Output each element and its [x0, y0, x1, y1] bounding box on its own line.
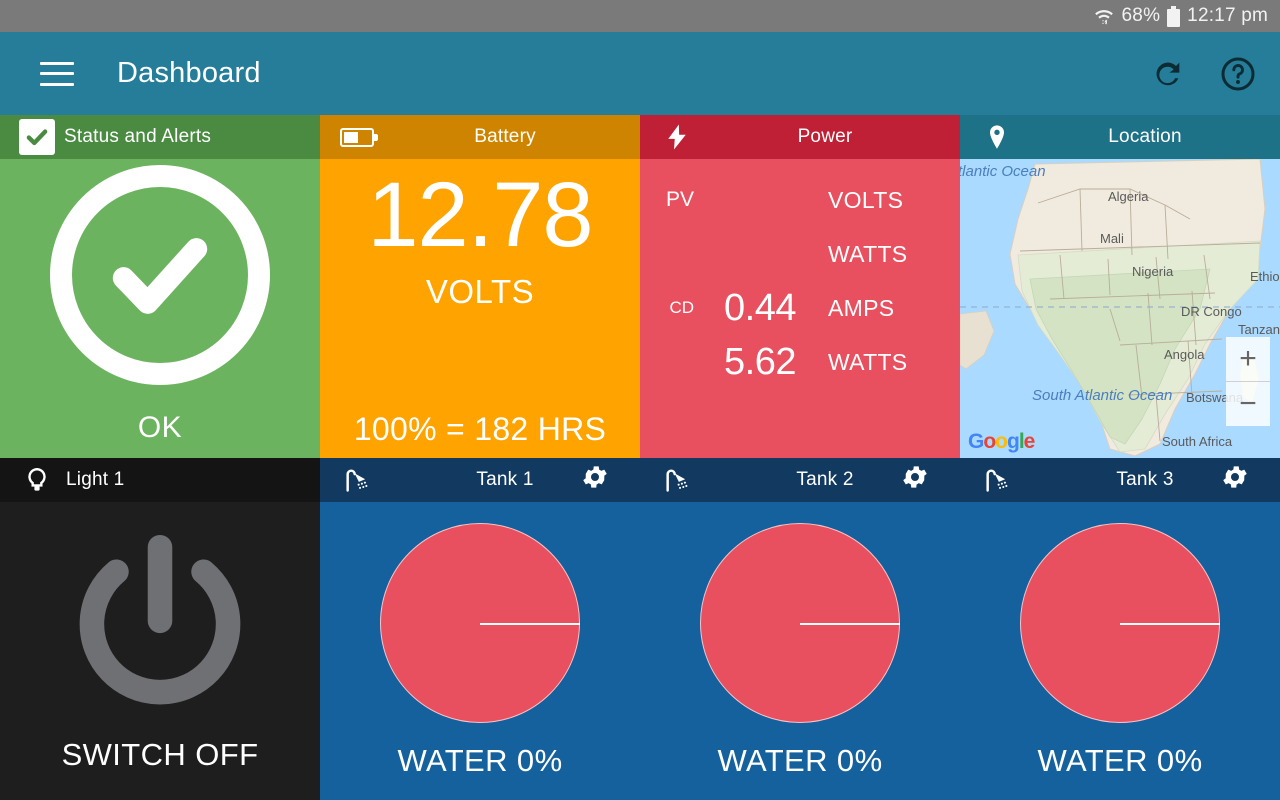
shower-icon	[654, 466, 700, 494]
map-label-tanzania: Tanzania	[1238, 322, 1280, 337]
status-state-label: OK	[137, 411, 183, 445]
power-row: PV VOLTS	[640, 173, 960, 227]
panel-light-1[interactable]: Light 1 SWITCH OFF	[0, 457, 320, 800]
panel-body-battery: 12.78 VOLTS 100% = 182 HRS	[320, 159, 640, 458]
battery-runtime-label: 100% = 182 HRS	[353, 410, 607, 447]
shower-icon	[334, 466, 380, 494]
battery-horizontal-icon	[334, 127, 380, 147]
panel-title-light-1: Light 1	[66, 468, 125, 490]
map-zoom-controls[interactable]: + −	[1226, 337, 1270, 426]
power-row-unit: WATTS	[828, 240, 908, 267]
map-label-dr-congo: DR Congo	[1181, 304, 1242, 319]
tank-3-level-gauge[interactable]	[1020, 522, 1220, 723]
help-icon[interactable]	[1218, 54, 1258, 94]
power-row-unit: WATTS	[828, 348, 908, 375]
panel-body-tank-3: WATER 0%	[960, 501, 1280, 800]
gear-icon[interactable]	[900, 462, 930, 498]
power-row-tag: CD	[669, 298, 694, 317]
battery-percent-label: 68%	[1121, 5, 1161, 26]
dashboard-grid: Status and Alerts OK Battery 12.78 VOLTS…	[0, 115, 1280, 800]
map-label-nigeria: Nigeria	[1132, 264, 1174, 279]
tank-2-level-gauge[interactable]	[700, 522, 900, 723]
light-bulb-icon	[14, 467, 60, 493]
power-row-unit: VOLTS	[828, 186, 904, 213]
panel-battery[interactable]: Battery 12.78 VOLTS 100% = 182 HRS	[320, 115, 640, 458]
light-1-state-label: SWITCH OFF	[61, 736, 259, 772]
lightning-bolt-icon	[654, 122, 700, 152]
map-label-algeria: Algeria	[1108, 189, 1149, 204]
dashboard-row-2: Light 1 SWITCH OFF Tank 1 WATER 0% Tank …	[0, 457, 1280, 800]
page-title: Dashboard	[117, 57, 261, 89]
panel-power[interactable]: Power PV VOLTS WATTS CD 0.44 AMPS 5.62 W…	[640, 115, 960, 458]
checkbox-checked-icon	[14, 119, 60, 155]
panel-title-power: Power	[797, 126, 853, 147]
check-circle-icon	[50, 165, 270, 386]
battery-voltage-value: 12.78	[367, 164, 593, 266]
map-label-mali: Mali	[1100, 231, 1124, 246]
app-bar: Dashboard	[0, 32, 1280, 115]
power-row-tag: PV	[665, 188, 694, 211]
panel-header-tank-1: Tank 1	[320, 457, 640, 502]
map-label-angola: Angola	[1164, 347, 1205, 362]
panel-tank-2[interactable]: Tank 2 WATER 0%	[640, 457, 960, 800]
panel-header-location: Location	[960, 115, 1280, 159]
panel-body-location: Atlantic Ocean Algeria Mali Nigeria Ethi…	[960, 159, 1280, 458]
map-view[interactable]: Atlantic Ocean Algeria Mali Nigeria Ethi…	[960, 159, 1280, 458]
dashboard-row-1: Status and Alerts OK Battery 12.78 VOLTS…	[0, 115, 1280, 458]
battery-voltage-unit: VOLTS	[425, 273, 535, 310]
hamburger-menu-icon[interactable]	[40, 61, 74, 86]
panel-body-power: PV VOLTS WATTS CD 0.44 AMPS 5.62 WATTS	[640, 159, 960, 458]
google-logo: Google	[968, 429, 1035, 453]
panel-title-status: Status and Alerts	[64, 126, 212, 147]
tank-3-level-label: WATER 0%	[1037, 742, 1203, 778]
status-bar: 68% 12:17 pm	[0, 0, 1280, 32]
map-zoom-in-button[interactable]: +	[1226, 337, 1270, 381]
map-pin-icon	[974, 123, 1020, 151]
panel-title-location: Location	[1108, 126, 1182, 147]
clock-label: 12:17 pm	[1187, 5, 1268, 26]
panel-body-tank-2: WATER 0%	[640, 501, 960, 800]
map-label-south-africa: South Africa	[1162, 434, 1233, 449]
power-row: 5.62 WATTS	[640, 335, 960, 389]
panel-body-status: OK	[0, 159, 320, 458]
power-row-unit: AMPS	[828, 294, 895, 321]
panel-title-battery: Battery	[474, 126, 536, 147]
map-label-atlantic-ocean: Atlantic Ocean	[960, 163, 1046, 180]
panel-location[interactable]: Location lantic Ocean Algeria Mali Niger…	[960, 115, 1280, 458]
panel-tank-1[interactable]: Tank 1 WATER 0%	[320, 457, 640, 800]
panel-header-power: Power	[640, 115, 960, 159]
battery-icon	[1167, 5, 1181, 27]
panel-header-battery: Battery	[320, 115, 640, 159]
panel-header-tank-3: Tank 3	[960, 457, 1280, 502]
tank-1-level-gauge[interactable]	[380, 522, 580, 723]
power-row: WATTS	[640, 227, 960, 281]
shower-icon	[974, 466, 1020, 494]
gear-icon[interactable]	[1220, 462, 1250, 498]
refresh-icon[interactable]	[1148, 54, 1188, 94]
panel-tank-3[interactable]: Tank 3 WATER 0%	[960, 457, 1280, 800]
panel-header-status: Status and Alerts	[0, 115, 320, 159]
power-row: CD 0.44 AMPS	[640, 281, 960, 335]
panel-header-light-1: Light 1	[0, 457, 320, 502]
tank-2-gauge-needle	[800, 622, 900, 625]
map-zoom-out-button[interactable]: −	[1226, 382, 1270, 426]
panel-body-tank-1: WATER 0%	[320, 501, 640, 800]
tank-2-level-label: WATER 0%	[717, 742, 883, 778]
map-label-south-atlantic-ocean: South Atlantic Ocean	[1032, 387, 1172, 404]
tank-1-gauge-needle	[480, 622, 580, 625]
wifi-icon	[1093, 6, 1115, 26]
power-symbol-icon[interactable]	[65, 529, 255, 719]
gear-icon[interactable]	[580, 462, 610, 498]
app-bar-actions	[1148, 54, 1258, 94]
panel-body-light-1: SWITCH OFF	[0, 501, 320, 800]
map-label-ethiopia: Ethiop	[1250, 269, 1280, 284]
tank-1-level-label: WATER 0%	[397, 742, 563, 778]
power-row-value: 0.44	[724, 286, 796, 329]
tank-3-gauge-needle	[1120, 622, 1220, 625]
power-row-value: 5.62	[724, 340, 796, 383]
panel-header-tank-2: Tank 2	[640, 457, 960, 502]
panel-status-and-alerts[interactable]: Status and Alerts OK	[0, 115, 320, 458]
